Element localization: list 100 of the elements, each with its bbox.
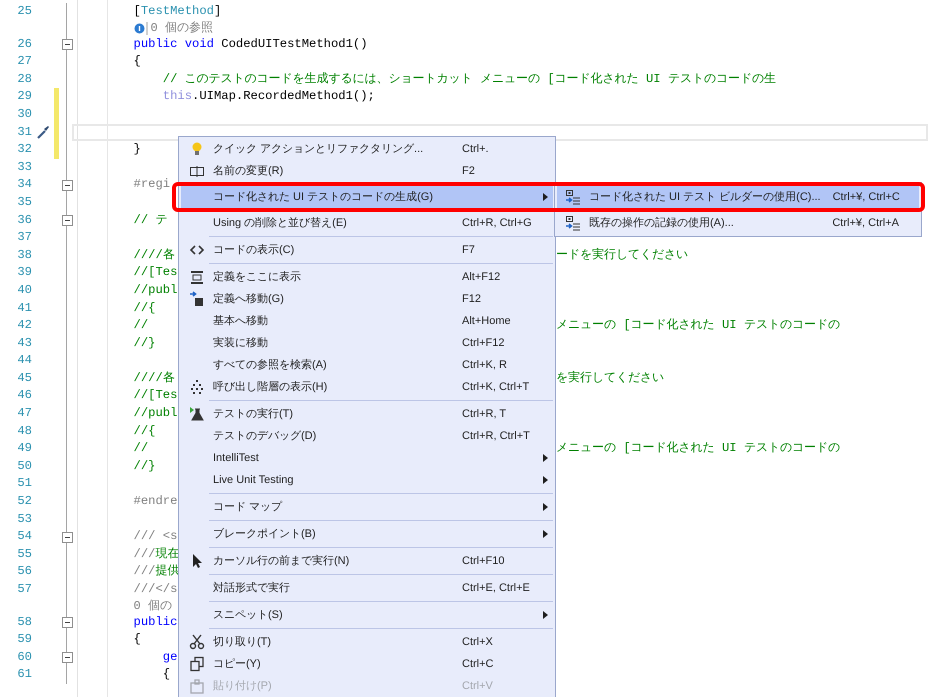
menu-item[interactable]: コード化された UI テスト ビルダーの使用(C)... Ctrl+¥, Ctrl+C (557, 186, 919, 208)
line-number: 60 (16, 648, 32, 666)
shortcut-text: Ctrl+¥, Ctrl+C (832, 190, 900, 205)
shortcut-text: Ctrl+E, Ctrl+E (462, 580, 531, 596)
code-line: #endre (132, 493, 178, 510)
line-number: 48 (16, 422, 32, 440)
shortcut-text: F2 (462, 164, 476, 179)
menu-item[interactable]: 定義をここに表示 Alt+F12 (181, 266, 553, 288)
menu-item[interactable]: Live Unit Testing (181, 469, 553, 491)
line-number: 54 (16, 528, 32, 546)
line-number: 43 (16, 334, 32, 352)
line-number: 50 (16, 458, 32, 475)
code-line: this.UIMap.RecordedMethod1(); (162, 88, 375, 106)
go-to-icon (189, 291, 205, 307)
code-line: //publ (132, 405, 178, 422)
collapse-icon[interactable] (62, 616, 72, 628)
flask-icon (189, 406, 205, 422)
shortcut-text: Ctrl+F12 (462, 336, 506, 351)
menu-item[interactable]: 呼び出し階層の表示(H) Ctrl+K, Ctrl+T (181, 376, 553, 398)
line-number: 47 (16, 405, 32, 422)
code-line: /// <s (132, 528, 178, 546)
menu-item[interactable]: スニペット(S) (181, 604, 553, 626)
code-line: } (132, 141, 141, 158)
line-number: 32 (16, 141, 32, 158)
line-number: 59 (16, 631, 32, 648)
code-line: { (162, 666, 170, 684)
line-number: 26 (16, 36, 32, 53)
code-line: //[Tes (132, 387, 178, 404)
peek-icon (189, 269, 205, 285)
collapse-icon[interactable] (62, 180, 72, 191)
menu-item[interactable]: 基本へ移動 Alt+Home (181, 310, 553, 332)
menu-item[interactable]: 定義へ移動(G) F12 (181, 288, 553, 310)
menu-item[interactable]: Using の削除と並び替え(E) Ctrl+R, Ctrl+G (181, 212, 553, 234)
menu-item[interactable]: 既存の操作の記録の使用(A)... Ctrl+¥, Ctrl+A (557, 212, 919, 234)
line-number: 44 (16, 352, 32, 370)
shortcut-text: F12 (462, 292, 482, 307)
line-number: 53 (16, 510, 32, 528)
code-line: ge (162, 648, 178, 666)
code-line: ////各 (132, 246, 175, 264)
reference-count[interactable]: 0 個の (134, 598, 172, 614)
shortcut-text: Ctrl+R, Ctrl+G (462, 216, 533, 231)
brush-icon[interactable] (34, 124, 50, 140)
line-number: 28 (16, 70, 32, 88)
shortcut-text: F7 (462, 242, 476, 258)
codelens-icon[interactable] (134, 22, 148, 35)
line-number: 45 (16, 370, 32, 387)
shortcut-text: Alt+F12 (462, 270, 502, 285)
shortcut-text: Ctrl+F10 (462, 554, 506, 569)
menu-item[interactable]: 切り取り(T) Ctrl+X (181, 631, 553, 653)
code-line: //publ (132, 282, 178, 299)
menu-item[interactable]: カーソル行の前まで実行(N) Ctrl+F10 (181, 550, 553, 572)
list-arrow-icon (565, 215, 581, 231)
collapse-icon[interactable] (62, 652, 72, 664)
shortcut-text: Ctrl+V (462, 678, 494, 694)
menu-item[interactable]: クイック アクションとリファクタリング... Ctrl+. (181, 138, 553, 160)
menu-item[interactable]: IntelliTest (181, 447, 553, 469)
line-number: 31 (16, 124, 32, 141)
code-line: メニューの [コード化された UI テストのコードの (556, 440, 840, 458)
shortcut-text: Ctrl+K, R (462, 358, 508, 373)
menu-item[interactable]: 対話形式で実行 Ctrl+E, Ctrl+E (181, 577, 553, 599)
menu-item[interactable]: コピー(Y) Ctrl+C (181, 653, 553, 675)
menu-item[interactable]: テストの実行(T) Ctrl+R, T (181, 403, 553, 425)
code-line: { (132, 631, 141, 648)
code-line: //{ (132, 300, 156, 316)
line-number: 58 (16, 614, 32, 631)
collapse-icon[interactable] (62, 532, 72, 543)
menu-item[interactable]: テストのデバッグ(D) Ctrl+R, Ctrl+T (181, 425, 553, 447)
code-line: #regi (132, 176, 170, 194)
code-line: ///現在 (132, 546, 180, 563)
line-number: 49 (16, 440, 32, 458)
menu-item[interactable]: 実装に移動 Ctrl+F12 (181, 332, 553, 354)
menu-item[interactable]: すべての参照を検索(A) Ctrl+K, R (181, 354, 553, 376)
line-number: 37 (16, 229, 32, 246)
line-number: 34 (16, 176, 32, 194)
paste-icon (189, 678, 205, 694)
menu-item[interactable]: コード マップ (181, 496, 553, 518)
line-number: 42 (16, 317, 32, 334)
hierarchy-icon (189, 379, 205, 395)
shortcut-text: Alt+Home (462, 314, 512, 329)
menu-item[interactable]: コードの表示(C) F7 (181, 239, 553, 261)
shortcut-text: Ctrl+. (462, 142, 490, 157)
shortcut-text: Ctrl+R, Ctrl+T (462, 428, 531, 444)
line-number: 29 (16, 88, 32, 106)
code-line: //} (132, 458, 156, 475)
collapse-icon[interactable] (62, 38, 72, 50)
line-number: 36 (16, 212, 32, 229)
copy-icon (189, 656, 205, 672)
line-number: 46 (16, 387, 32, 404)
shortcut-text: Ctrl+K, Ctrl+T (462, 380, 530, 395)
shortcut-text: Ctrl+R, T (462, 406, 508, 422)
menu-item[interactable]: コード化された UI テストのコードの生成(G) (181, 186, 553, 208)
line-number: 39 (16, 264, 32, 282)
reference-count[interactable]: 0 個の参照 (150, 20, 213, 36)
code-line: // (132, 317, 148, 334)
collapse-icon[interactable] (62, 214, 72, 226)
code-line: を実行してください (556, 370, 664, 387)
menu-item[interactable]: ブレークポイント(B) (181, 523, 553, 545)
code-line: ////各 (132, 370, 175, 387)
menu-item[interactable]: 名前の変更(R) F2 (181, 160, 553, 182)
code-line: // (132, 440, 148, 458)
